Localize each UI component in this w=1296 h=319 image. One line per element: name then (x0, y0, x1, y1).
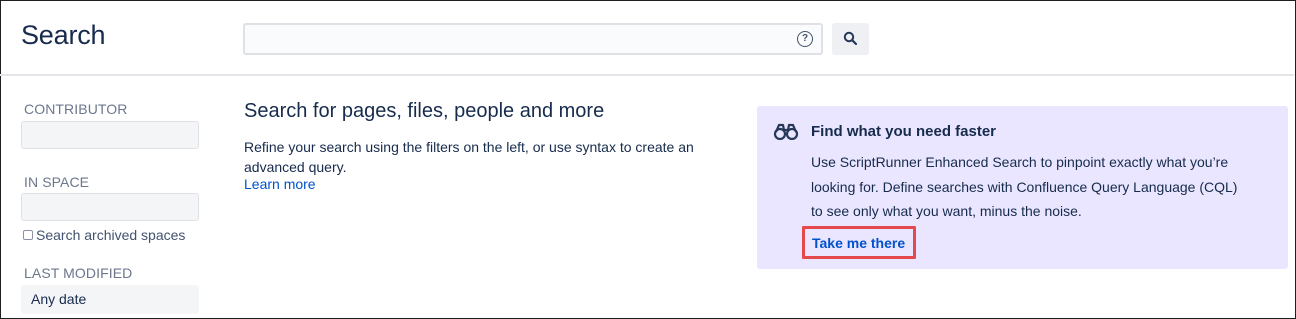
space-input[interactable] (21, 193, 199, 221)
take-me-there-link[interactable]: Take me there (812, 235, 905, 251)
space-label: IN SPACE (24, 174, 90, 190)
binoculars-icon (773, 123, 799, 140)
promo-title: Find what you need faster (811, 123, 997, 140)
search-input[interactable]: ? (243, 23, 823, 55)
promo-panel: Find what you need faster Use ScriptRunn… (757, 106, 1288, 269)
learn-more-link[interactable]: Learn more (244, 176, 316, 192)
main-description: Refine your search using the filters on … (244, 139, 694, 175)
last-modified-select[interactable]: Any date (21, 285, 199, 314)
archived-spaces-checkbox[interactable] (23, 230, 33, 240)
contributor-input[interactable] (21, 121, 199, 149)
help-icon[interactable]: ? (797, 31, 813, 47)
take-me-there-highlight[interactable]: Take me there (802, 226, 916, 259)
promo-text: Use ScriptRunner Enhanced Search to pinp… (811, 154, 1238, 219)
archived-spaces-checkbox-row[interactable]: Search archived spaces (23, 227, 185, 243)
main-heading: Search for pages, files, people and more (244, 100, 605, 122)
page-title: Search (21, 20, 106, 50)
search-button[interactable] (832, 23, 869, 55)
archived-spaces-label: Search archived spaces (36, 227, 186, 243)
search-header: Search ? (0, 0, 1294, 76)
last-modified-label: LAST MODIFIED (24, 265, 133, 281)
contributor-label: CONTRIBUTOR (24, 101, 128, 117)
search-icon (843, 31, 858, 46)
